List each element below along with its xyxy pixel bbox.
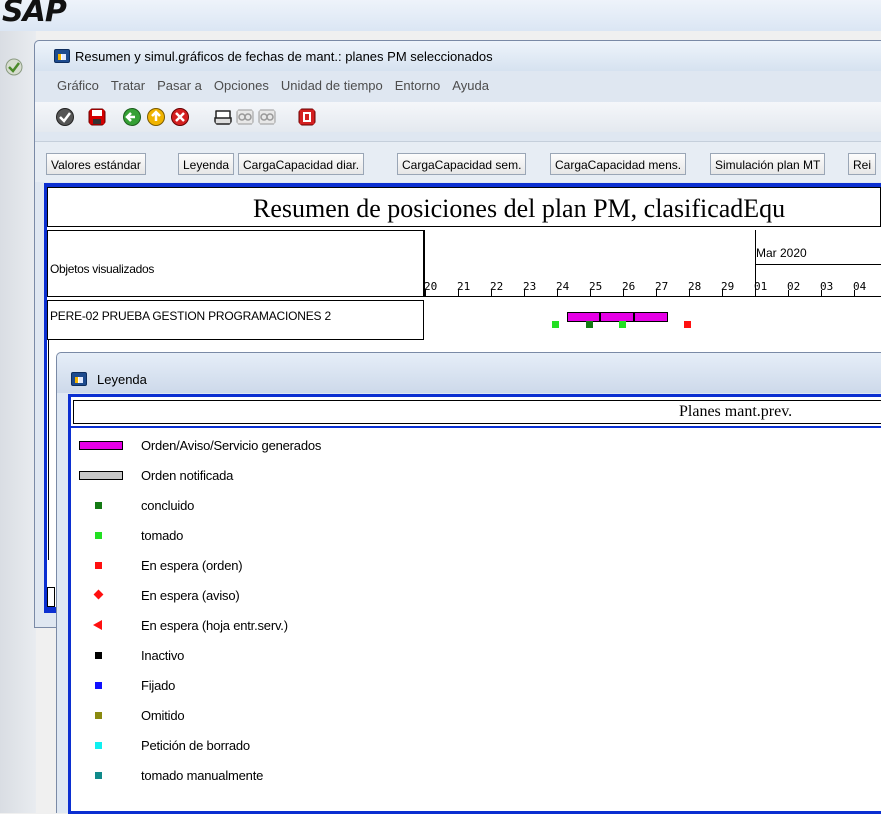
legend-item-label: En espera (hoja entr.serv.) (141, 618, 288, 633)
window-app-icon (54, 49, 70, 63)
legend-item: En espera (aviso) (71, 587, 671, 607)
legend-triangle-symbol (93, 620, 102, 630)
legend-item-label: Orden/Aviso/Servicio generados (141, 438, 322, 453)
legend-square-symbol (95, 742, 102, 749)
main-window-title-bar: Resumen y simul.gráficos de fechas de ma… (35, 41, 881, 71)
exit-icon[interactable] (146, 107, 166, 127)
legend-canvas: Planes mant.prev. Orden/Aviso/Servicio g… (71, 397, 881, 811)
menu-item-ayuda[interactable]: Ayuda (452, 78, 489, 93)
legend-square-symbol (95, 502, 102, 509)
find-icon[interactable] (235, 107, 255, 127)
sap-header-bar: SAP (0, 0, 881, 31)
plan-row-label-box[interactable]: PERE-02 PRUEBA GESTION PROGRAMACIONES 2 (47, 300, 424, 340)
objects-header-label: Objetos visualizados (50, 262, 155, 276)
legend-item: Omitido (71, 707, 671, 727)
month-label: Mar 2020 (756, 246, 807, 260)
order-bar[interactable] (600, 312, 634, 322)
toolbar-button-cargacapacidad-sem-[interactable]: CargaCapacidad sem. (397, 153, 527, 175)
legend-square-symbol (95, 532, 102, 539)
row-left-line (48, 340, 49, 560)
legend-item-label: Petición de borrado (141, 738, 250, 753)
graphic-title: Resumen de posiciones del plan PM, clasi… (253, 194, 786, 223)
legend-bar-symbol (79, 471, 123, 480)
check-icon[interactable] (55, 107, 75, 127)
sap-logo: SAP (2, 0, 67, 29)
day-scale: 20 21 22 23 24 25 26 27 28 29 01 02 03 04 (424, 280, 881, 296)
time-scale: Mar 2020 20 21 22 23 24 25 26 27 28 29 01 02 03 04 (424, 230, 881, 297)
objects-header-box: Objetos visualizados (47, 230, 424, 297)
print-icon[interactable] (213, 107, 233, 127)
toolbar-button-leyenda[interactable]: Leyenda (178, 153, 235, 175)
toolbar-button-cargacapacidad-diar-[interactable]: CargaCapacidad diar. (238, 153, 365, 175)
legend-square-symbol (95, 772, 102, 779)
legend-item-label: Omitido (141, 708, 185, 723)
legend-item: concluido (71, 497, 671, 517)
help-icon[interactable] (297, 107, 317, 127)
refresh-icon[interactable] (4, 57, 24, 77)
legend-item: tomado manualmente (71, 767, 671, 787)
legend-diamond-symbol (93, 589, 104, 600)
window-title: Resumen y simul.gráficos de fechas de ma… (75, 49, 493, 64)
status-taken-marker[interactable] (619, 321, 626, 328)
legend-item-label: En espera (orden) (141, 558, 243, 573)
toolbar-button-rei[interactable]: Rei (848, 153, 877, 175)
legend-item: Petición de borrado (71, 737, 671, 757)
time-scale-baseline (425, 296, 881, 297)
graphic-title-box: Resumen de posiciones del plan PM, clasi… (47, 187, 881, 227)
legend-item: Orden/Aviso/Servicio generados (71, 437, 671, 457)
menu-item-pasar-a[interactable]: Pasar a (157, 78, 202, 93)
legend-square-symbol (95, 562, 102, 569)
toolbar-button-simulaci-n-plan-mt[interactable]: Simulación plan MT (710, 153, 826, 175)
back-icon[interactable] (122, 107, 142, 127)
legend-square-symbol (95, 712, 102, 719)
legend-header-box: Planes mant.prev. (73, 400, 881, 424)
legend-item-label: tomado manualmente (141, 768, 264, 783)
application-toolbar: Valores estándar Leyenda CargaCapacidad di… (35, 141, 881, 182)
legend-square-symbol (95, 652, 102, 659)
legend-item: Fijado (71, 677, 671, 697)
legend-item: Inactivo (71, 647, 671, 667)
legend-item-label: Fijado (141, 678, 176, 693)
toolbar-button-cargacapacidad-mens-[interactable]: CargaCapacidad mens. (550, 153, 687, 175)
menu-item-tratar[interactable]: Tratar (111, 78, 145, 93)
legend-square-symbol (95, 682, 102, 689)
legend-item: tomado (71, 527, 671, 547)
legend-header: Planes mant.prev. (679, 403, 793, 420)
menu-item-entorno[interactable]: Entorno (395, 78, 441, 93)
legend-bar-symbol (79, 441, 123, 450)
status-taken-marker[interactable] (552, 321, 559, 328)
status-completed-marker[interactable] (586, 321, 593, 328)
legend-item: En espera (orden) (71, 557, 671, 577)
legend-dialog-title-bar: Leyenda (57, 353, 881, 393)
save-icon[interactable] (87, 107, 107, 127)
month-underline (756, 264, 881, 265)
standard-toolbar (35, 102, 881, 132)
left-strip (0, 31, 36, 813)
menu-item-opciones[interactable]: Opciones (214, 78, 269, 93)
order-bar[interactable] (567, 312, 600, 322)
legend-dialog: Leyenda Planes mant.prev. Orden/Aviso/Se… (56, 352, 881, 814)
legend-item-label: Inactivo (141, 648, 185, 663)
legend-item-label: concluido (141, 498, 195, 513)
footer-box (47, 587, 55, 607)
menu-item-gr-fico[interactable]: Gráfico (57, 78, 99, 93)
legend-frame: Planes mant.prev. Orden/Aviso/Servicio g… (68, 394, 881, 814)
order-bar[interactable] (634, 312, 668, 322)
menu-item-unidad-de-tiempo[interactable]: Unidad de tiempo (281, 78, 383, 93)
find-next-icon[interactable] (257, 107, 277, 127)
legend-dialog-title: Leyenda (97, 372, 147, 387)
plan-row-label: PERE-02 PRUEBA GESTION PROGRAMACIONES 2 (50, 309, 331, 323)
legend-separator (71, 426, 881, 428)
legend-item: Orden notificada (71, 467, 671, 487)
toolbar-button-valores-est-ndar[interactable]: Valores estándar (46, 153, 146, 175)
legend-item: En espera (hoja entr.serv.) (71, 617, 671, 637)
legend-item-label: tomado (141, 528, 184, 543)
legend-list: Orden/Aviso/Servicio generados Orden noti… (71, 437, 881, 807)
legend-item-label: Orden notificada (141, 468, 234, 483)
menu-bar: Gráfico Tratar Pasar a Opciones Unidad de ti… (35, 78, 881, 98)
legend-item-label: En espera (aviso) (141, 588, 240, 603)
legend-dialog-icon (71, 372, 87, 386)
cancel-icon[interactable] (170, 107, 190, 127)
status-waiting-order-marker[interactable] (684, 321, 691, 328)
